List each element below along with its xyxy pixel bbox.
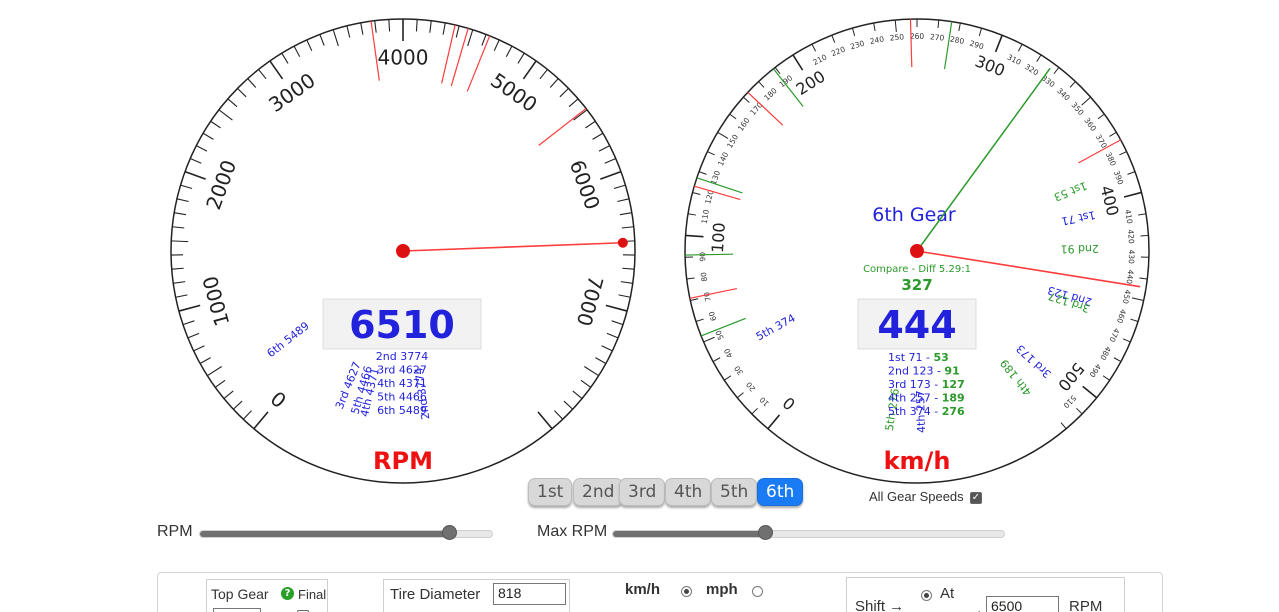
tire-diameter-box: Tire Diameter 818: [383, 579, 570, 612]
compare-label: Compare - Diff 5.29:1: [863, 264, 971, 275]
speed-compare-mark: [685, 253, 734, 256]
shift-box: Shift → At → 6500 RPM: [846, 577, 1125, 612]
unit-kmh-label: km/h: [625, 581, 661, 598]
speed-minor-label: 80: [699, 271, 709, 282]
max-rpm-slider-track[interactable]: [612, 530, 1005, 538]
speed-minor-label: 250: [889, 32, 904, 42]
top-gear-box: Top Gear ? Final: [206, 579, 328, 612]
speed-minor-label: 90: [698, 252, 707, 262]
tire-diameter-label: Tire Diameter: [390, 586, 481, 603]
speed-minor-label: 270: [930, 32, 945, 42]
help-icon[interactable]: ?: [281, 587, 294, 600]
rpm-tick: [415, 19, 418, 32]
speed-major-label: 100: [708, 222, 729, 254]
rpm-needle-hub: [396, 244, 410, 258]
rpm-readout-row: 6th 5489: [377, 404, 427, 417]
speed-minor-label: 430: [1127, 249, 1136, 264]
speed-readout-row: 1st 71 - 53: [888, 351, 949, 364]
rpm-gauge: 010002000300040005000600070002nd 37743rd…: [170, 18, 636, 484]
settings-panel: Top Gear ? Final Tire Diameter 818 km/h …: [157, 572, 1163, 612]
shift-arrow: →: [969, 602, 984, 612]
speed-readout-row: 3rd 173 - 127: [888, 378, 965, 391]
speed-needle-hub: [910, 244, 924, 258]
rpm-tick: [171, 240, 189, 243]
all-gear-speeds-label: All Gear Speeds: [869, 489, 964, 504]
speed-gauge: 1020304050607080901101201301401501601701…: [684, 18, 1150, 484]
shift-rpm-input[interactable]: 6500: [986, 596, 1059, 612]
shift-rpm-unit: RPM: [1069, 598, 1103, 612]
gear-button-6th[interactable]: 6th: [757, 478, 804, 506]
tire-diameter-input[interactable]: 818: [493, 583, 566, 605]
rpm-readout-row: 4th 4371: [377, 377, 427, 390]
speed-readout-row: 4th 257 - 189: [888, 392, 965, 405]
speed-readout-row: 5th 374 - 276: [888, 405, 965, 418]
speed-tick: [1140, 234, 1149, 237]
gear-button-4th[interactable]: 4th: [665, 478, 712, 506]
top-gear-input[interactable]: [213, 608, 261, 612]
shift-label: Shift →: [855, 598, 905, 612]
rpm-needle-tip: [617, 237, 628, 248]
rpm-slider-thumb[interactable]: [441, 525, 457, 540]
rpm-slider-fill: [200, 531, 450, 537]
rpm-major-label: 4000: [378, 46, 429, 70]
speed-readout: 444: [877, 303, 956, 347]
rpm-readout-row: 5th 4466: [377, 391, 427, 404]
gauges-area: 010002000300040005000600070002nd 37743rd…: [170, 18, 1150, 484]
max-rpm-slider-label: Max RPM: [537, 523, 608, 540]
rpm-unit-label: RPM: [373, 447, 433, 475]
rpm-readout-row: 3rd 4627: [377, 364, 427, 377]
unit-mph-radio[interactable]: [752, 586, 763, 597]
top-gear-label: Top Gear: [211, 586, 269, 602]
max-rpm-slider-fill: [613, 531, 767, 537]
speed-unit-label: km/h: [884, 447, 951, 475]
shift-at-label: At: [940, 585, 955, 602]
compare-value: 327: [901, 276, 932, 294]
shift-at-radio[interactable]: [921, 590, 932, 601]
speed-minor-label: 420: [1126, 229, 1136, 244]
gear-button-5th[interactable]: 5th: [711, 478, 758, 506]
all-gear-speeds-checkbox[interactable]: ✓: [970, 492, 982, 504]
final-label: Final: [298, 587, 327, 602]
gear-button-1st[interactable]: 1st: [528, 478, 573, 506]
rpm-readout: 6510: [349, 303, 455, 347]
speed-readout-row: 2nd 123 - 91: [888, 365, 960, 378]
gear-button-3rd[interactable]: 3rd: [619, 478, 666, 506]
speed-compare-mark-label: 2nd 91: [1060, 242, 1099, 256]
rpm-readout-row: 2nd 3774: [376, 350, 428, 363]
gear-button-2nd[interactable]: 2nd: [573, 478, 624, 506]
rpm-slider-label: RPM: [157, 523, 193, 540]
unit-kmh-radio[interactable]: [681, 586, 692, 597]
rpm-tick: [388, 19, 391, 32]
unit-mph-label: mph: [706, 581, 738, 598]
speed-minor-label: 260: [910, 32, 925, 41]
speed-minor-label: 440: [1125, 269, 1136, 285]
